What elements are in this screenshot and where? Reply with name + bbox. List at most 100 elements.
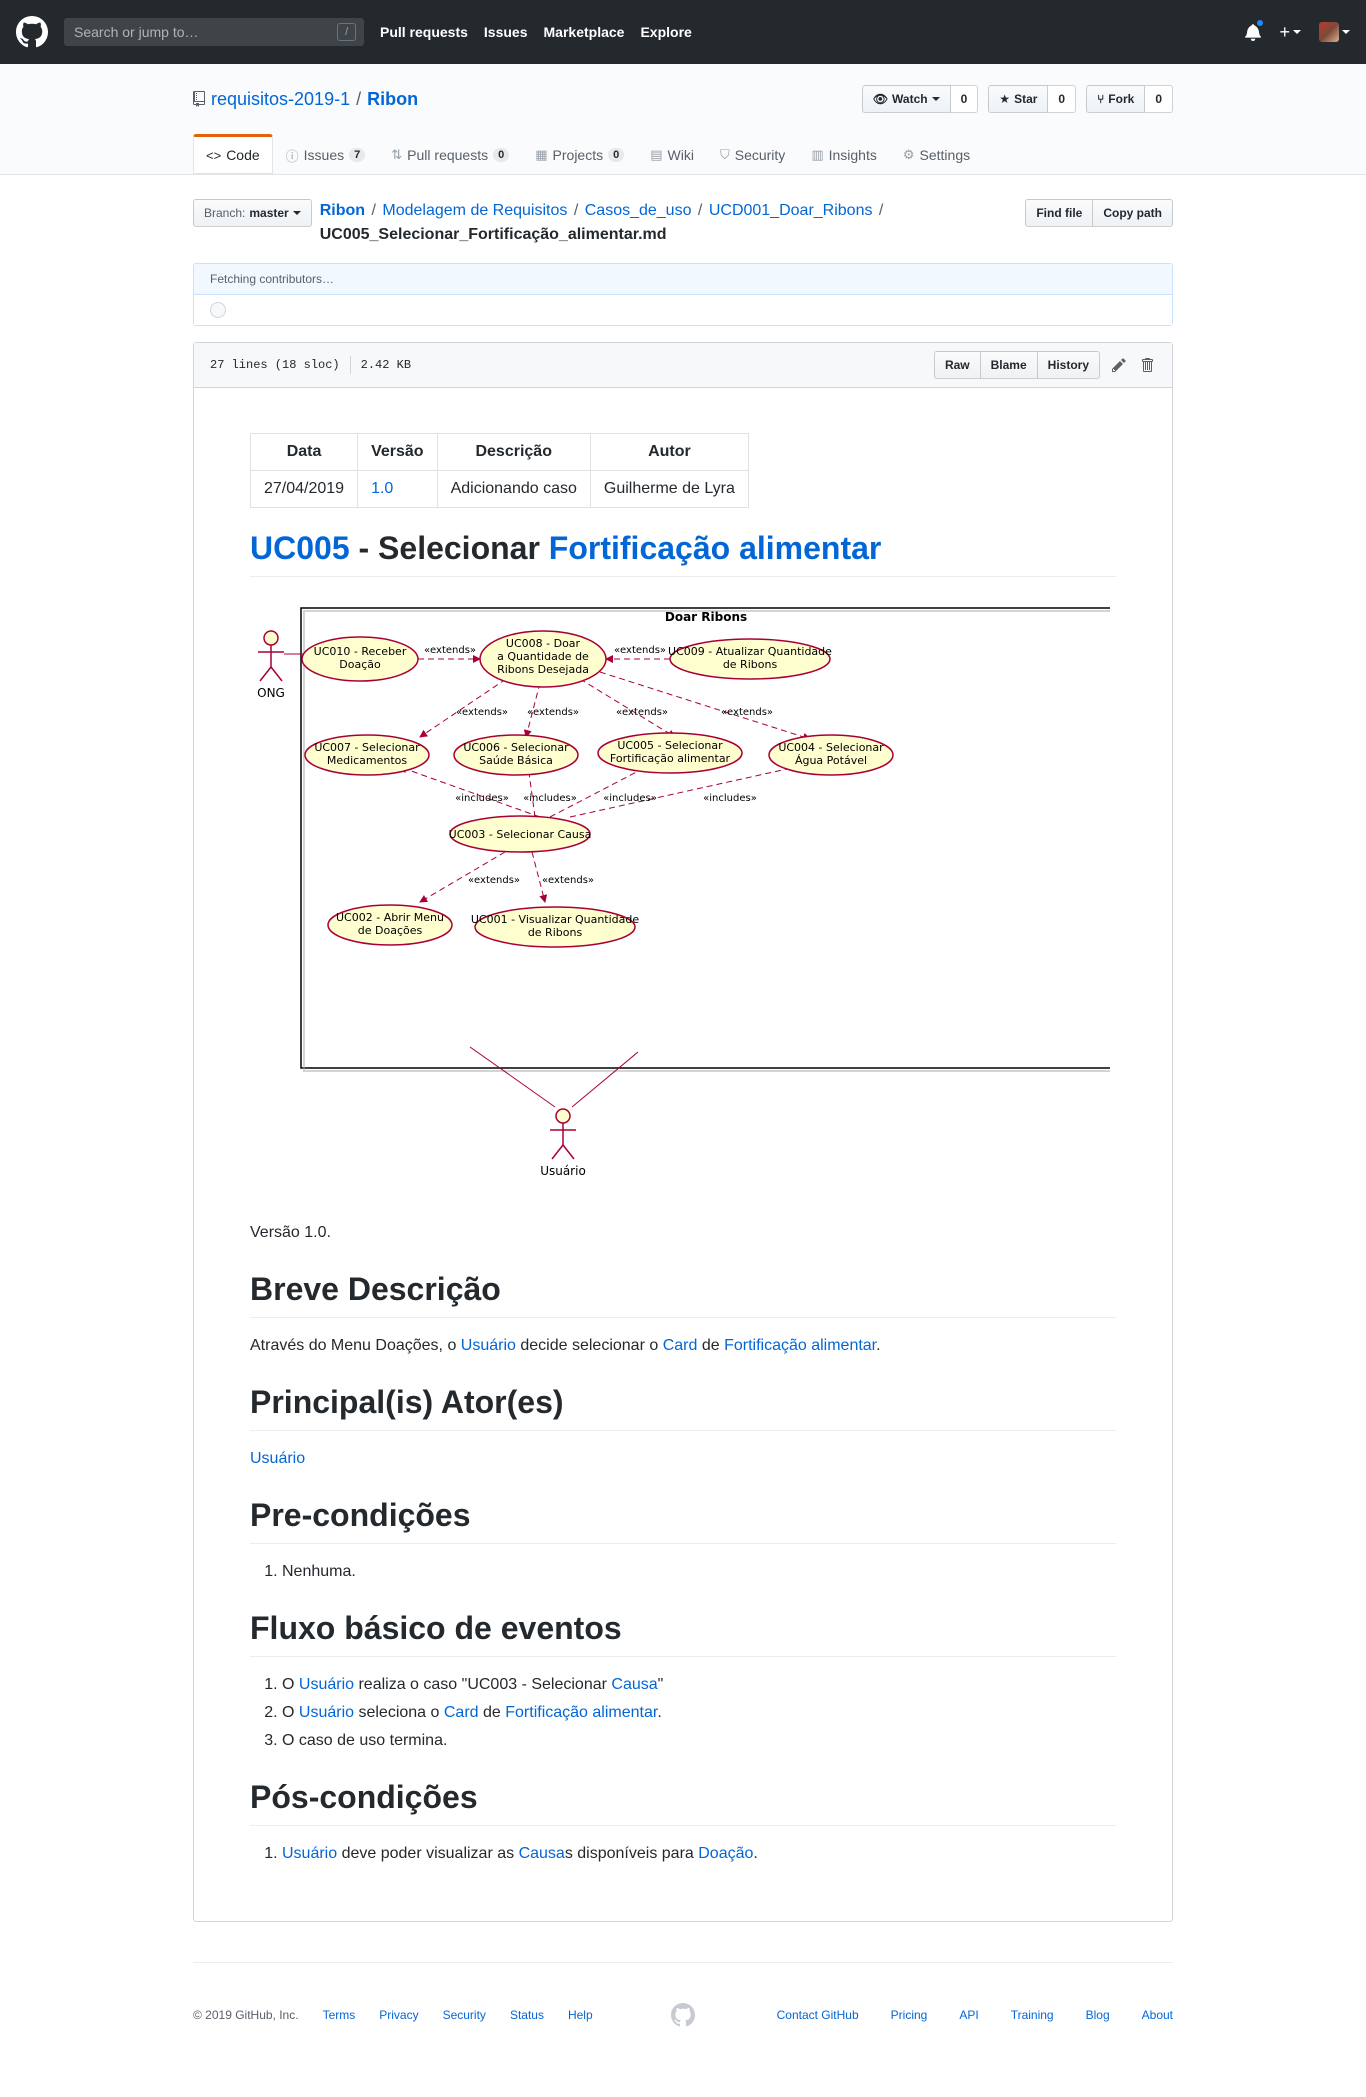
raw-button[interactable]: Raw — [933, 351, 981, 379]
label-includes: «includes» — [523, 793, 577, 804]
tab-label: Pull requests — [407, 147, 489, 163]
version-link[interactable]: 1.0 — [371, 480, 393, 497]
nav-marketplace[interactable]: Marketplace — [544, 24, 625, 40]
create-new-menu[interactable]: + — [1279, 22, 1301, 43]
footer-link-contact[interactable]: Contact GitHub — [777, 2008, 859, 2022]
fortificacao-link[interactable]: Fortificação alimentar — [549, 530, 882, 566]
pull-requests-counter: 0 — [493, 148, 510, 162]
tab-pull-requests[interactable]: ⇅ Pull requests 0 — [378, 134, 522, 174]
blame-button[interactable]: Blame — [980, 351, 1038, 379]
file-navigation: Branch: master Ribon / Modelagem de Requ… — [193, 199, 1173, 247]
branch-label: Branch: — [204, 206, 246, 220]
tab-issues[interactable]: ⓘ Issues 7 — [273, 134, 379, 174]
doacao-link[interactable]: Doação — [698, 1845, 753, 1862]
fork-button[interactable]: ⑂ Fork — [1086, 85, 1146, 113]
uc004-line: UC004 - Selecionar — [778, 741, 884, 754]
breadcrumb-folder-link[interactable]: Casos_de_uso — [585, 202, 692, 219]
fork-count[interactable]: 0 — [1145, 85, 1173, 113]
causa-link[interactable]: Causa — [519, 1845, 565, 1862]
uc002-line: de Doações — [358, 924, 423, 937]
eye-icon: 👁 — [872, 92, 889, 106]
footer-link-privacy[interactable]: Privacy — [379, 2008, 418, 2022]
find-file-button[interactable]: Find file — [1025, 199, 1094, 227]
repo-nav: <> Code ⓘ Issues 7 ⇅ Pull requests 0 ▦ P… — [193, 134, 1173, 174]
branch-select-button[interactable]: Branch: master — [193, 199, 312, 227]
footer-link-status[interactable]: Status — [510, 2008, 544, 2022]
flow-list: O Usuário realiza o caso "UC003 - Seleci… — [250, 1673, 1116, 1753]
tab-insights[interactable]: ▥ Insights — [798, 134, 890, 174]
tab-projects[interactable]: ▦ Projects 0 — [522, 134, 637, 174]
usuario-link[interactable]: Usuário — [299, 1676, 354, 1693]
breadcrumb-separator: / — [569, 202, 583, 219]
tab-security[interactable]: ⛉ Security — [707, 134, 798, 174]
text: . — [657, 1704, 662, 1721]
nav-issues[interactable]: Issues — [484, 24, 528, 40]
breadcrumb-repo-link[interactable]: Ribon — [320, 202, 365, 219]
watch-count[interactable]: 0 — [950, 85, 979, 113]
search-input[interactable] — [72, 23, 338, 41]
uc008-line: Ribons Desejada — [497, 663, 589, 676]
uc010-line: Doação — [339, 658, 381, 671]
nav-pull-requests[interactable]: Pull requests — [380, 24, 468, 40]
footer-link-pricing[interactable]: Pricing — [891, 2008, 928, 2022]
cell-version: 1.0 — [357, 470, 438, 508]
section-heading: Fluxo básico de eventos — [250, 1608, 1116, 1657]
fortificacao-link[interactable]: Fortificação alimentar — [724, 1337, 876, 1354]
footer-link-security[interactable]: Security — [443, 2008, 486, 2022]
github-logo-icon[interactable] — [16, 16, 48, 48]
usuario-link[interactable]: Usuário — [299, 1704, 354, 1721]
footer-link-about[interactable]: About — [1142, 2008, 1173, 2022]
card-link[interactable]: Card — [663, 1337, 698, 1354]
footer-link-api[interactable]: API — [959, 2008, 978, 2022]
uc005-link[interactable]: UC005 — [250, 530, 350, 566]
list-item: Nenhuma. — [282, 1560, 1116, 1584]
notifications-bell-icon[interactable] — [1245, 18, 1266, 41]
fortificacao-link[interactable]: Fortificação alimentar — [505, 1704, 657, 1721]
watch-button[interactable]: 👁 Watch — [861, 85, 951, 113]
footer-link-blog[interactable]: Blog — [1086, 2008, 1110, 2022]
repo-title: requisitos-2019-1 / Ribon — [193, 89, 418, 110]
text: Através do Menu Doações, o — [250, 1337, 461, 1354]
trash-icon[interactable] — [1138, 356, 1156, 374]
footer-link-training[interactable]: Training — [1011, 2008, 1054, 2022]
copy-path-button[interactable]: Copy path — [1093, 199, 1173, 227]
file-header: 27 lines (18 sloc) 2.42 KB Raw Blame His… — [194, 343, 1172, 388]
star-count[interactable]: 0 — [1048, 85, 1077, 113]
version-line: Versão 1.0. — [250, 1224, 331, 1241]
label-extends: «extends» — [616, 707, 668, 718]
breadcrumb-filename: UC005_Selecionar_Fortificação_alimentar.… — [319, 226, 667, 243]
user-menu[interactable] — [1319, 22, 1350, 42]
text: deve poder visualizar as — [337, 1845, 519, 1862]
breadcrumb-separator: / — [367, 202, 381, 219]
tab-label: Security — [734, 147, 786, 163]
tab-wiki[interactable]: ▤ Wiki — [637, 134, 707, 174]
causa-link[interactable]: Causa — [611, 1676, 657, 1693]
tab-settings[interactable]: ⚙ Settings — [890, 134, 983, 174]
repo-owner-link[interactable]: requisitos-2019-1 — [211, 89, 350, 110]
pencil-icon[interactable] — [1110, 356, 1128, 374]
breadcrumb-folder-link[interactable]: Modelagem de Requisitos — [382, 202, 567, 219]
usuario-link[interactable]: Usuário — [250, 1450, 305, 1467]
nav-explore[interactable]: Explore — [640, 24, 691, 40]
card-link[interactable]: Card — [444, 1704, 479, 1721]
footer-link-help[interactable]: Help — [568, 2008, 593, 2022]
uc008-line: UC008 - Doar — [506, 637, 581, 650]
github-mark-icon[interactable] — [671, 2003, 695, 2027]
star-button[interactable]: ★ Star — [988, 85, 1049, 113]
label-includes: «includes» — [703, 793, 757, 804]
fork-label: Fork — [1108, 92, 1135, 106]
history-button[interactable]: History — [1037, 351, 1100, 379]
usuario-link[interactable]: Usuário — [461, 1337, 516, 1354]
text: seleciona o — [354, 1704, 444, 1721]
search-box[interactable]: / — [64, 18, 364, 46]
tab-code[interactable]: <> Code — [193, 134, 273, 174]
footer-link-terms[interactable]: Terms — [323, 2008, 356, 2022]
fork-icon: ⑂ — [1097, 92, 1105, 106]
caret-down-icon — [1342, 30, 1350, 34]
repo-name-link[interactable]: Ribon — [367, 89, 418, 110]
uc010-line: UC010 - Receber — [314, 645, 407, 658]
usuario-link[interactable]: Usuário — [282, 1845, 337, 1862]
contributors-status: Fetching contributors… — [194, 264, 1172, 295]
breadcrumb-folder-link[interactable]: UCD001_Doar_Ribons — [709, 202, 873, 219]
cell-description: Adicionando caso — [436, 470, 591, 508]
